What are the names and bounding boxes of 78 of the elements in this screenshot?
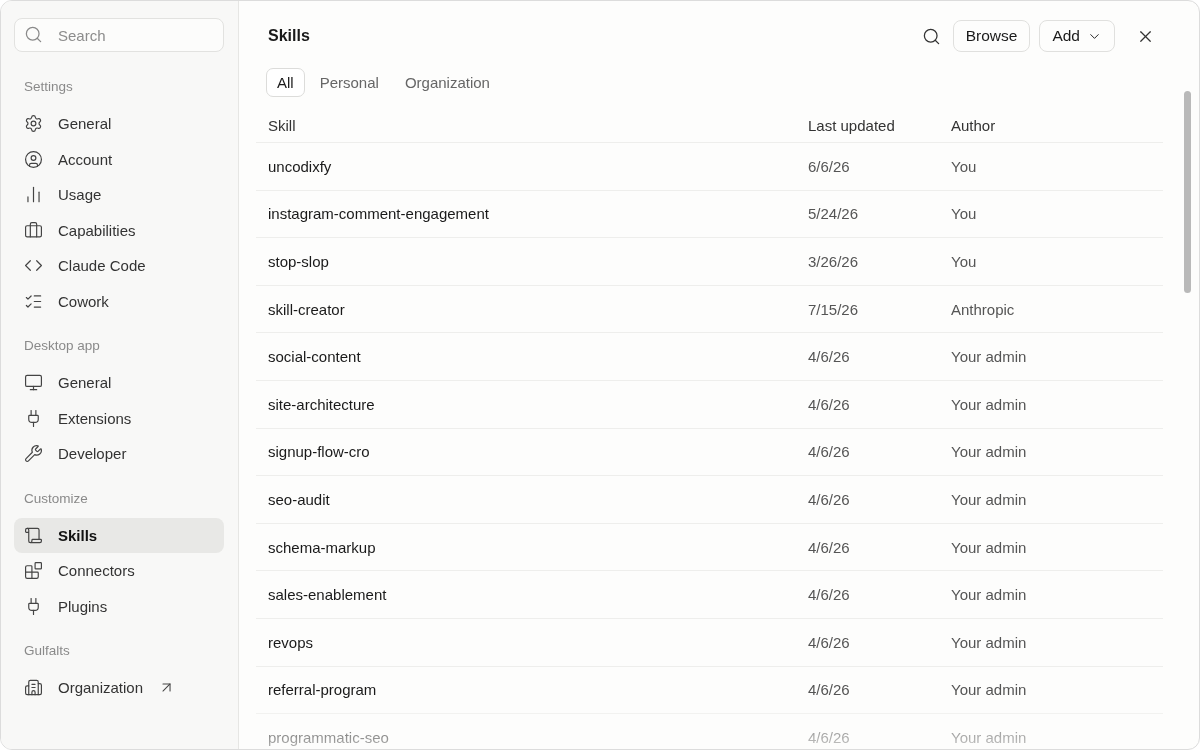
- wrench-icon: [24, 444, 43, 464]
- building-icon: [24, 678, 43, 698]
- add-menu-button[interactable]: Add: [1039, 20, 1115, 52]
- author-name: Your admin: [951, 681, 1027, 699]
- updated-date: 5/24/26: [808, 205, 859, 223]
- skill-name: social-content: [268, 348, 361, 366]
- author-name: Your admin: [951, 728, 1027, 746]
- monitor-icon: [24, 373, 43, 393]
- filter-tab[interactable]: Organization: [393, 68, 501, 97]
- sidebar-item[interactable]: Connectors: [14, 553, 224, 589]
- gear-icon: [24, 114, 43, 134]
- column-header: Last updated: [808, 117, 895, 134]
- skill-name: sales-enablement: [268, 586, 387, 604]
- section-heading: Customize: [23, 489, 88, 508]
- sidebar-item[interactable]: Claude Code: [14, 248, 224, 284]
- skill-name: referral-program: [268, 681, 377, 699]
- skill-name: instagram-comment-engagement: [268, 205, 489, 223]
- updated-date: 4/6/26: [808, 586, 850, 604]
- updated-date: 4/6/26: [808, 633, 850, 651]
- sidebar-item[interactable]: Capabilities: [14, 212, 224, 248]
- section-heading: Desktop app: [23, 337, 100, 355]
- briefcase-icon: [24, 220, 43, 240]
- author-name: You: [951, 157, 977, 175]
- filter-tab[interactable]: All: [266, 68, 305, 97]
- updated-date: 7/15/26: [808, 300, 859, 318]
- updated-date: 6/6/26: [808, 157, 850, 175]
- skill-name: skill-creator: [268, 300, 345, 318]
- scroll-icon: [24, 525, 43, 545]
- updated-date: 4/6/26: [808, 490, 850, 508]
- sidebar-item[interactable]: Developer: [14, 436, 224, 472]
- sidebar-item[interactable]: Cowork: [14, 283, 224, 319]
- skill-name: seo-audit: [268, 490, 330, 508]
- skill-name: stop-slop: [268, 253, 329, 270]
- section-heading: Settings: [23, 78, 73, 96]
- updated-date: 4/6/26: [808, 538, 850, 556]
- sidebar-item[interactable]: General: [14, 365, 224, 401]
- column-header: Skill: [268, 117, 296, 134]
- updated-date: 4/6/26: [808, 395, 850, 413]
- skill-name: uncodixfy: [268, 157, 332, 175]
- sidebar-item[interactable]: Plugins: [14, 588, 224, 624]
- updated-date: 3/26/26: [808, 253, 859, 270]
- search-field[interactable]: Search: [14, 18, 224, 52]
- skill-name: programmatic-seo: [268, 728, 389, 746]
- sidebar-item[interactable]: Usage: [14, 177, 224, 213]
- sidebar-item[interactable]: Organization: [14, 670, 224, 706]
- bar-chart-icon: [24, 185, 43, 205]
- person-circle-icon: [24, 149, 43, 169]
- updated-date: 4/6/26: [808, 443, 850, 461]
- blocks-icon: [24, 561, 43, 581]
- search-icon: [922, 26, 942, 46]
- page-title: Skills: [268, 27, 310, 45]
- section-heading: Gulfalts: [23, 642, 70, 660]
- skill-name: revops: [268, 633, 314, 651]
- filter-tab[interactable]: Personal: [308, 68, 390, 97]
- search-icon: [24, 25, 43, 44]
- sidebar-item[interactable]: Extensions: [14, 400, 224, 436]
- author-name: You: [951, 205, 977, 223]
- author-name: Your admin: [951, 443, 1027, 461]
- author-name: Your admin: [951, 538, 1027, 556]
- author-name: Your admin: [951, 348, 1027, 366]
- updated-date: 4/6/26: [808, 728, 850, 746]
- skill-name: schema-markup: [268, 538, 376, 556]
- updated-date: 4/6/26: [808, 681, 850, 699]
- author-name: Your admin: [951, 490, 1027, 508]
- author-name: Your admin: [951, 586, 1027, 604]
- sidebar-item[interactable]: General: [14, 106, 224, 142]
- skill-name: signup-flow-cro: [268, 443, 370, 461]
- author-name: You: [951, 253, 977, 270]
- sidebar-item[interactable]: Skills: [14, 517, 224, 553]
- updated-date: 4/6/26: [808, 348, 850, 366]
- sidebar-item[interactable]: Account: [14, 141, 224, 177]
- column-header: Author: [951, 117, 996, 134]
- author-name: Anthropic: [951, 300, 1015, 318]
- author-name: Your admin: [951, 395, 1027, 413]
- browse-button[interactable]: Browse: [952, 20, 1031, 52]
- skill-name: site-architecture: [268, 395, 375, 413]
- scrollbar-thumb[interactable]: [1184, 91, 1191, 293]
- author-name: Your admin: [951, 633, 1027, 651]
